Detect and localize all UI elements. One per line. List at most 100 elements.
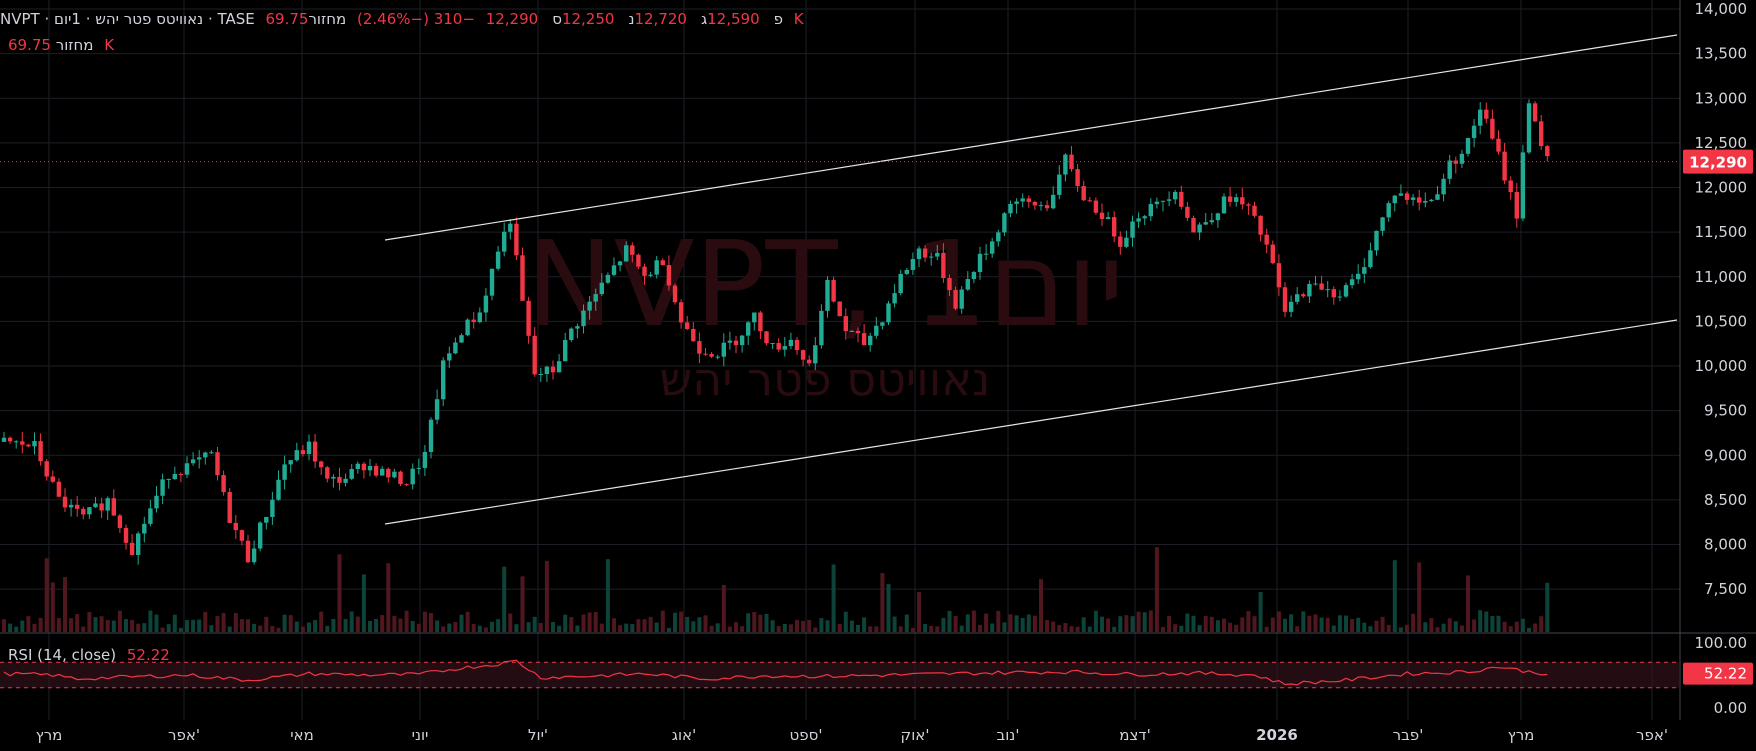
candle-body (563, 340, 568, 362)
volume-bar (856, 624, 860, 632)
volume-bar (849, 620, 854, 632)
volume-bar (203, 611, 208, 632)
x-tick-label: נוב' (997, 726, 1020, 744)
candle-body (1514, 192, 1519, 219)
x-tick-label: אפר' (1636, 726, 1668, 744)
candle-body (892, 293, 897, 304)
candle-body (794, 339, 800, 351)
x-tick-label: מאי (290, 726, 314, 744)
volume-legend[interactable]: מחזור 69.75 K (8, 36, 120, 54)
candle-body (1142, 216, 1147, 219)
volume-bar (813, 627, 818, 632)
volume-bar (319, 611, 324, 632)
candle-body (197, 457, 202, 460)
candle-body (1319, 283, 1324, 290)
candle-body (514, 223, 519, 256)
volume-bar (1307, 615, 1312, 632)
candle-body (1032, 201, 1038, 206)
candle-body (251, 548, 257, 563)
volume-bar (544, 560, 549, 632)
volume-bar (1392, 560, 1397, 632)
volume-bar (1319, 617, 1324, 632)
candle-body (691, 328, 696, 342)
candle-body (392, 471, 397, 478)
candle-body (26, 444, 31, 447)
candle-body (117, 515, 123, 528)
volume-bar (709, 625, 714, 632)
volume-bar (1167, 616, 1172, 632)
volume-bar (1100, 616, 1104, 632)
rsi-legend[interactable]: RSI (14, close) 52.22 (8, 646, 176, 664)
candle-body (538, 374, 543, 376)
candle-body (233, 522, 238, 531)
candlestick-chart[interactable]: NVPT, 1יוםנאוויטס פטר יהש 14,000 13,500 13,… (0, 0, 1756, 751)
candle-body (465, 319, 470, 336)
volume-bar (1325, 617, 1330, 632)
volume-bar (1490, 615, 1495, 632)
candle-body (1227, 196, 1233, 202)
candle-body (965, 279, 970, 290)
volume-bar (978, 624, 982, 632)
candle-body (178, 474, 184, 476)
volume-bar (1337, 615, 1342, 632)
candle-body (831, 279, 836, 302)
symbol-header: NVPT · נאוויטס פטר יהש · 1יום · TASE פ 12… (0, 10, 810, 28)
candle-body (685, 322, 690, 329)
candle-body (434, 399, 440, 420)
volume-bar (1331, 625, 1336, 632)
volume-bar (185, 620, 189, 632)
y-tick-label: 13,500 (1695, 45, 1748, 63)
volume-bar (1234, 624, 1239, 632)
candle-body (1173, 191, 1178, 200)
volume-bar (599, 623, 604, 632)
candle-body (1026, 198, 1031, 202)
candle-body (569, 328, 574, 341)
y-tick-label: 9,500 (1704, 402, 1747, 420)
y-tick-label: 13,000 (1695, 89, 1748, 107)
volume-bar (1368, 626, 1373, 632)
candle-body (1240, 197, 1245, 205)
volume-bar (1356, 617, 1361, 632)
candle-body (502, 231, 507, 252)
volume-bar (1362, 622, 1367, 632)
volume-bar (75, 614, 80, 632)
x-tick-label: מרץ (36, 726, 63, 744)
volume-bar (837, 623, 842, 632)
volume-bar (642, 619, 647, 632)
volume-bar (618, 625, 623, 632)
volume-bar (1295, 626, 1300, 632)
volume-bar (1508, 626, 1513, 632)
candle-body (1075, 169, 1080, 187)
candle-body (739, 335, 745, 346)
y-tick-label: 14,000 (1695, 0, 1748, 18)
volume-bar (8, 623, 13, 632)
volume-bar (465, 611, 470, 632)
volume-bar (483, 627, 488, 632)
volume-bar (1472, 619, 1477, 632)
candle-body (1136, 218, 1141, 222)
candle-body (916, 248, 922, 260)
candle-body (1215, 213, 1221, 221)
volume-bar (1002, 622, 1007, 632)
volume-bar (514, 624, 519, 632)
candle-body (172, 474, 177, 479)
volume-bar (1081, 617, 1086, 632)
candle-body (898, 273, 903, 294)
candle-body (447, 353, 452, 361)
candle-body (1234, 197, 1239, 202)
candle-body (123, 527, 129, 543)
volume-bar (1350, 618, 1355, 632)
volume-bar (502, 566, 507, 632)
volume-bar (1374, 620, 1379, 632)
candle-body (404, 484, 409, 486)
volume-bar (612, 618, 616, 632)
volume-bar (587, 612, 592, 632)
volume-bar (1069, 626, 1074, 632)
candle-body (581, 310, 586, 327)
volume-bar (81, 626, 86, 632)
candle-body (1282, 287, 1288, 312)
volume-bar (1283, 618, 1287, 632)
volume-bar (1453, 621, 1458, 632)
candle-body (105, 498, 110, 511)
symbol-title[interactable]: NVPT · נאוויטס פטר יהש · 1יום · TASE (0, 10, 255, 28)
